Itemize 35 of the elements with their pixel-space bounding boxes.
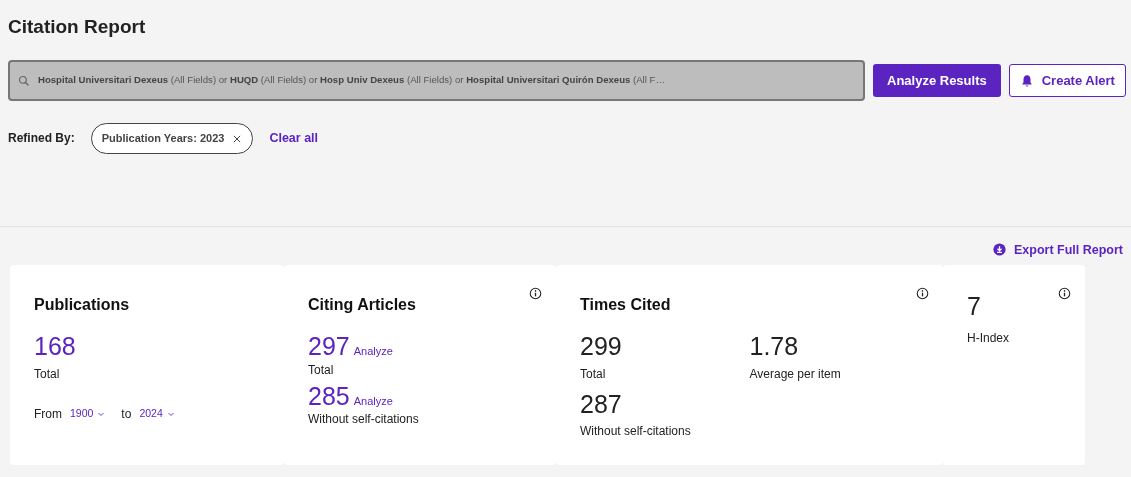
search-icon <box>18 74 30 87</box>
stat-value: 285 <box>308 382 350 411</box>
search-field[interactable]: Hospital Universitari Dexeus (All Fields) or HUQD (All Fields) or Hosp Univ Dexeus (All Fields) or Hospital Universitari Quirón Dexeus (All F… <box>8 60 865 101</box>
card-title: Times Cited <box>580 295 672 316</box>
filter-chip-label: Publication Years: 2023 <box>101 131 225 146</box>
year-dropdown[interactable]: 1900 <box>70 405 106 422</box>
stat-label: Total <box>580 365 607 383</box>
stat-label: Without self-citations <box>580 423 692 441</box>
stat-value: 1.78 <box>749 333 800 361</box>
export-full-report-link[interactable]: Export Full Report <box>992 240 1123 260</box>
stat-value: 299 <box>580 333 623 361</box>
create-alert-button[interactable]: Create Alert <box>1008 64 1126 97</box>
analyze-link[interactable]: Analyze <box>353 392 393 410</box>
stat-value: 7 <box>967 293 982 321</box>
to-label: to <box>121 405 132 423</box>
stat-value: 168 <box>34 333 77 361</box>
stat-label: Without self-citations <box>308 411 420 429</box>
card-title: Publications <box>34 295 131 316</box>
year-dropdown[interactable]: 2024 <box>139 405 175 422</box>
stat-label: Total <box>34 365 61 383</box>
download-icon <box>992 243 1006 257</box>
analyze-results-button[interactable]: Analyze Results <box>873 64 1001 97</box>
close-icon <box>232 134 243 145</box>
page-title: Citation Report <box>7 15 147 39</box>
from-label: From <box>34 405 62 423</box>
bell-icon <box>1019 73 1034 88</box>
card-title: Citing Articles <box>308 295 417 316</box>
stat-value: 287 <box>580 390 623 419</box>
clear-all-link[interactable]: Clear all <box>269 128 319 148</box>
stat-label: Total <box>308 361 335 379</box>
stat-label: H-Index <box>967 329 1011 347</box>
analyze-link[interactable]: Analyze <box>353 343 393 360</box>
stat-value: 297 <box>308 333 350 361</box>
stat-label: Average per item <box>749 365 842 383</box>
refined-by-label: Refined By: <box>8 130 75 148</box>
